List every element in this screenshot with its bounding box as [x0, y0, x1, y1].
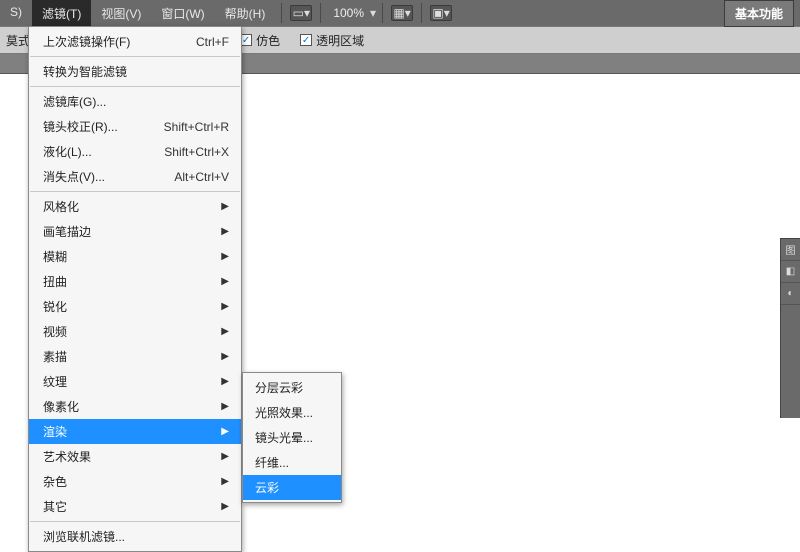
checkbox-dither-label: 仿色	[256, 32, 280, 49]
menu-shortcut: Shift+Ctrl+X	[164, 145, 229, 159]
menu-convert-smart[interactable]: 转换为智能滤镜	[29, 59, 241, 84]
menu-separator	[30, 86, 240, 87]
menu-label: 艺术效果	[43, 448, 91, 465]
menu-last-filter[interactable]: 上次滤镜操作(F) Ctrl+F	[29, 29, 241, 54]
chevron-down-icon[interactable]: ▾	[370, 6, 376, 20]
submenu-difference-clouds[interactable]: 分层云彩	[243, 375, 341, 400]
menubar-left: S) 滤镜(T) 视图(V) 窗口(W) 帮助(H) ▭▾ 100% ▾ ▦▾ …	[0, 0, 454, 27]
menu-shortcut: Ctrl+F	[196, 35, 229, 49]
menu-label: 滤镜库(G)...	[43, 93, 106, 110]
menu-pixelate[interactable]: 像素化 ▶	[29, 394, 241, 419]
menu-shortcut: Shift+Ctrl+R	[164, 120, 229, 134]
submenu-arrow-icon: ▶	[221, 426, 229, 437]
menu-vanishing-point[interactable]: 消失点(V)... Alt+Ctrl+V	[29, 164, 241, 189]
filter-menu-dropdown: 上次滤镜操作(F) Ctrl+F 转换为智能滤镜 滤镜库(G)... 镜头校正(…	[28, 26, 242, 552]
menu-liquify[interactable]: 液化(L)... Shift+Ctrl+X	[29, 139, 241, 164]
checkbox-transparent[interactable]: 透明区域	[300, 32, 364, 49]
menu-stylize[interactable]: 风格化 ▶	[29, 194, 241, 219]
submenu-clouds[interactable]: 云彩	[243, 475, 341, 500]
menu-label: 像素化	[43, 398, 79, 415]
menu-label: 其它	[43, 498, 67, 515]
menu-brush-strokes[interactable]: 画笔描边 ▶	[29, 219, 241, 244]
right-panel-icon[interactable]: ◐	[781, 283, 800, 305]
menu-sketch[interactable]: 素描 ▶	[29, 344, 241, 369]
menu-noise[interactable]: 杂色 ▶	[29, 469, 241, 494]
menu-lens-correction[interactable]: 镜头校正(R)... Shift+Ctrl+R	[29, 114, 241, 139]
top-menubar: S) 滤镜(T) 视图(V) 窗口(W) 帮助(H) ▭▾ 100% ▾ ▦▾ …	[0, 0, 800, 26]
submenu-arrow-icon: ▶	[221, 276, 229, 287]
right-panel-collapsed[interactable]: 图 ◧ ◐	[780, 238, 800, 418]
screen-mode-icon[interactable]: ▣▾	[430, 5, 452, 21]
menu-label: 锐化	[43, 298, 67, 315]
menu-separator	[30, 191, 240, 192]
separator	[382, 3, 383, 23]
menu-item-window[interactable]: 窗口(W)	[151, 0, 214, 27]
zoom-level[interactable]: 100%	[333, 6, 364, 20]
menu-browse-online[interactable]: 浏览联机滤镜...	[29, 524, 241, 549]
menu-other[interactable]: 其它 ▶	[29, 494, 241, 519]
menu-label: 渲染	[43, 423, 67, 440]
submenu-arrow-icon: ▶	[221, 351, 229, 362]
menu-filter-gallery[interactable]: 滤镜库(G)...	[29, 89, 241, 114]
right-panel-icon[interactable]: ◧	[781, 261, 800, 283]
workspace-button[interactable]: 基本功能	[724, 0, 794, 27]
submenu-arrow-icon: ▶	[221, 401, 229, 412]
menu-item-filter[interactable]: 滤镜(T)	[32, 0, 91, 27]
separator	[421, 3, 422, 23]
menu-label: 浏览联机滤镜...	[43, 528, 125, 545]
menu-label: 视频	[43, 323, 67, 340]
menu-shortcut: Alt+Ctrl+V	[174, 170, 229, 184]
menu-label: 风格化	[43, 198, 79, 215]
submenu-arrow-icon: ▶	[221, 501, 229, 512]
menu-separator	[30, 56, 240, 57]
menu-blur[interactable]: 模糊 ▶	[29, 244, 241, 269]
render-submenu: 分层云彩 光照效果... 镜头光晕... 纤维... 云彩	[242, 372, 342, 503]
menu-label: 上次滤镜操作(F)	[43, 33, 130, 50]
menu-label: 纹理	[43, 373, 67, 390]
submenu-arrow-icon: ▶	[221, 476, 229, 487]
submenu-arrow-icon: ▶	[221, 376, 229, 387]
checkbox-dither[interactable]: 仿色	[240, 32, 280, 49]
menu-label: 转换为智能滤镜	[43, 63, 127, 80]
submenu-arrow-icon: ▶	[221, 226, 229, 237]
menu-label: 液化(L)...	[43, 143, 92, 160]
arrange-docs-icon[interactable]: ▦▾	[391, 5, 413, 21]
menu-separator	[30, 521, 240, 522]
top-right: 基本功能	[724, 0, 794, 27]
menu-texture[interactable]: 纹理 ▶	[29, 369, 241, 394]
menu-label: 镜头校正(R)...	[43, 118, 118, 135]
menu-render[interactable]: 渲染 ▶	[29, 419, 241, 444]
menu-label: 画笔描边	[43, 223, 91, 240]
menu-item-help[interactable]: 帮助(H)	[215, 0, 276, 27]
menu-label: 消失点(V)...	[43, 168, 105, 185]
separator	[281, 3, 282, 23]
menu-label: 模糊	[43, 248, 67, 265]
submenu-arrow-icon: ▶	[221, 451, 229, 462]
menu-artistic[interactable]: 艺术效果 ▶	[29, 444, 241, 469]
submenu-arrow-icon: ▶	[221, 201, 229, 212]
submenu-lens-flare[interactable]: 镜头光晕...	[243, 425, 341, 450]
menu-sharpen[interactable]: 锐化 ▶	[29, 294, 241, 319]
submenu-lighting-effects[interactable]: 光照效果...	[243, 400, 341, 425]
menu-label: 素描	[43, 348, 67, 365]
menu-label: 杂色	[43, 473, 67, 490]
submenu-arrow-icon: ▶	[221, 251, 229, 262]
submenu-arrow-icon: ▶	[221, 326, 229, 337]
menu-item-view[interactable]: 视图(V)	[91, 0, 151, 27]
checkbox-transparent-label: 透明区域	[316, 32, 364, 49]
submenu-fibers[interactable]: 纤维...	[243, 450, 341, 475]
view-mode-dropdown[interactable]: ▭▾	[290, 5, 312, 21]
mode-label: 莫式	[6, 32, 30, 49]
menu-item-prev[interactable]: S)	[0, 0, 32, 27]
menu-distort[interactable]: 扭曲 ▶	[29, 269, 241, 294]
menu-label: 扭曲	[43, 273, 67, 290]
separator	[320, 3, 321, 23]
menu-video[interactable]: 视频 ▶	[29, 319, 241, 344]
submenu-arrow-icon: ▶	[221, 301, 229, 312]
right-panel-tab[interactable]: 图	[781, 239, 800, 261]
menubar: S) 滤镜(T) 视图(V) 窗口(W) 帮助(H)	[0, 0, 275, 27]
